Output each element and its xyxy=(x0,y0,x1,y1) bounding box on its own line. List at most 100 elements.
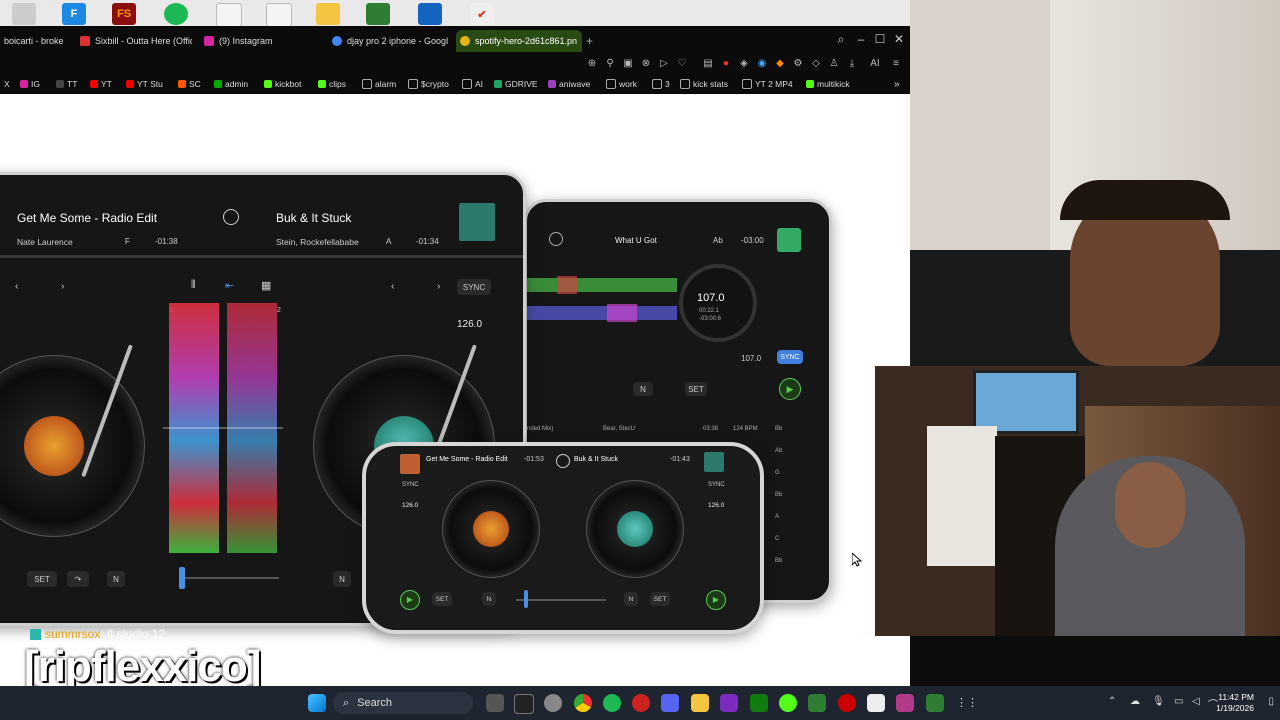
bookmark-alarm[interactable]: alarm xyxy=(362,79,396,89)
new-tab-button[interactable]: + xyxy=(582,30,602,52)
app-grid-icon[interactable] xyxy=(366,3,390,25)
tab-instagram[interactable]: (9) Instagram xyxy=(200,30,322,52)
grid-icon[interactable]: ▦ xyxy=(261,279,271,292)
record-button-icon[interactable] xyxy=(223,209,239,225)
deck-marker[interactable]: N xyxy=(333,571,351,587)
puzzle-icon[interactable]: ⚙ xyxy=(792,58,804,70)
app-icon[interactable] xyxy=(779,694,797,712)
bookmark-work[interactable]: work xyxy=(606,79,637,89)
globe-icon[interactable]: ◉ xyxy=(756,58,768,70)
bookmark-multikick[interactable]: multikick xyxy=(806,79,850,89)
next-icon[interactable]: › xyxy=(437,281,440,292)
bookmark-yt[interactable]: YT xyxy=(90,79,112,89)
maximize-icon[interactable]: ☐ xyxy=(871,32,889,46)
profile-icon[interactable]: ♙ xyxy=(828,58,840,70)
crossfader-handle[interactable] xyxy=(179,567,185,589)
download-icon[interactable]: ⤓ xyxy=(846,58,858,70)
bookmark-crypto[interactable]: $crypto xyxy=(408,79,449,89)
record-button-icon[interactable] xyxy=(549,232,563,246)
file-explorer-icon[interactable] xyxy=(691,694,709,712)
app-icon[interactable] xyxy=(720,694,738,712)
discord-icon[interactable] xyxy=(661,694,679,712)
volume-icon[interactable]: ◁ xyxy=(1192,696,1200,707)
minimize-icon[interactable]: – xyxy=(852,32,870,46)
xbox-icon[interactable] xyxy=(750,694,768,712)
loop-icon[interactable]: ↷ xyxy=(67,571,89,587)
prev-icon[interactable]: ‹ xyxy=(391,281,394,292)
cloud-icon[interactable]: ☁ xyxy=(1130,696,1140,707)
close-icon[interactable]: ✕ xyxy=(890,32,908,46)
zoom-icon[interactable]: ⊕ xyxy=(586,58,598,70)
app-f-icon[interactable]: F xyxy=(62,3,86,25)
bookmark-admin[interactable]: admin xyxy=(214,79,248,89)
deck-marker[interactable]: N xyxy=(107,571,125,587)
bookmark-tt[interactable]: TT xyxy=(56,79,77,89)
search-tabs-icon[interactable]: ⌕ xyxy=(832,32,850,47)
document-icon[interactable] xyxy=(266,3,292,27)
start-icon[interactable] xyxy=(308,694,326,712)
eq-icon[interactable]: ⫴ xyxy=(191,279,196,292)
spotify-icon[interactable] xyxy=(164,3,188,25)
set-cue-button[interactable]: SET xyxy=(27,571,57,587)
document-icon[interactable] xyxy=(216,3,242,27)
checkmark-app-icon[interactable]: ✔ xyxy=(470,3,494,25)
bookmark-aniwave[interactable]: aniwave xyxy=(548,79,590,89)
pin-icon[interactable]: ⚲ xyxy=(604,58,616,70)
sync-button[interactable]: SYNC xyxy=(777,350,803,364)
bookmark-clips[interactable]: clips xyxy=(318,79,346,89)
heart-icon[interactable]: ♡ xyxy=(676,58,688,70)
app-icon[interactable] xyxy=(867,694,885,712)
fl-studio-icon[interactable]: FS xyxy=(112,3,136,25)
app-icon[interactable] xyxy=(514,694,534,714)
menu-icon[interactable]: ≡ xyxy=(890,58,902,70)
spotify-icon[interactable] xyxy=(603,694,621,712)
folder-icon[interactable] xyxy=(316,3,340,25)
app-window-icon[interactable] xyxy=(418,3,442,25)
tab-boicarti[interactable]: boicarti - broke xyxy=(0,30,82,52)
tab-spotify-hero[interactable]: spotify-hero-2d61c861.pn xyxy=(456,30,582,52)
next-icon[interactable]: › xyxy=(61,281,64,292)
bookmark-ig[interactable]: IG xyxy=(20,79,40,89)
app-icon[interactable] xyxy=(926,694,944,712)
chrome-icon[interactable] xyxy=(574,694,592,712)
play-icon[interactable]: ▷ xyxy=(658,58,670,70)
sync-label[interactable]: SYNC xyxy=(708,482,725,488)
grid-icon[interactable]: ⋮⋮ xyxy=(956,694,978,712)
bookmark-yt-studio[interactable]: YT Stu xyxy=(126,79,163,89)
turntable-right[interactable] xyxy=(586,480,684,578)
record-icon[interactable]: ● xyxy=(720,58,732,70)
tab-google-search[interactable]: djay pro 2 iphone - Googl xyxy=(328,30,450,52)
clock[interactable]: 11:42 PM 1/19/2026 xyxy=(1216,692,1254,714)
split-icon[interactable]: ⇤ xyxy=(225,279,234,292)
extension-icon[interactable]: ▤ xyxy=(702,58,714,70)
turntable-left[interactable] xyxy=(0,355,145,537)
ai-icon[interactable]: AI xyxy=(864,58,886,70)
settings-icon[interactable] xyxy=(12,3,36,25)
shield-icon[interactable]: ◈ xyxy=(738,58,750,70)
notification-icon[interactable]: ▯ xyxy=(1268,696,1274,707)
bookmark-sc[interactable]: SC xyxy=(178,79,201,89)
bookmark-ai[interactable]: AI xyxy=(462,79,483,89)
bpm-dial[interactable]: 107.0 00:22.1 -03:00.6 xyxy=(679,264,757,342)
opera-icon[interactable] xyxy=(632,694,650,712)
record-app-icon[interactable] xyxy=(838,694,856,712)
deck-marker[interactable]: N xyxy=(482,592,496,606)
app-icon[interactable] xyxy=(896,694,914,712)
play-button[interactable]: ▶ xyxy=(706,590,726,610)
puzzle-icon[interactable]: ◇ xyxy=(810,58,822,70)
microphone-icon[interactable]: 🎙 xyxy=(1152,696,1165,707)
app-icon[interactable] xyxy=(808,694,826,712)
deck-marker[interactable]: N xyxy=(624,592,638,606)
record-button-icon[interactable] xyxy=(556,454,570,468)
bookmark-gdrive[interactable]: GDRIVE xyxy=(494,79,538,89)
set-cue-button[interactable]: SET xyxy=(685,382,707,396)
task-view-icon[interactable] xyxy=(486,694,504,712)
sync-label[interactable]: SYNC xyxy=(402,482,419,488)
network-icon[interactable]: ▭ xyxy=(1174,696,1183,707)
chatgpt-icon[interactable] xyxy=(544,694,562,712)
taskbar-search[interactable]: ⌕ Search xyxy=(333,692,473,714)
bookmark-kick-stats[interactable]: kick stats xyxy=(680,79,728,89)
deck-marker[interactable]: N xyxy=(633,382,653,396)
block-icon[interactable]: ⊗ xyxy=(640,58,652,70)
bookmark-3[interactable]: 3 xyxy=(652,79,670,89)
